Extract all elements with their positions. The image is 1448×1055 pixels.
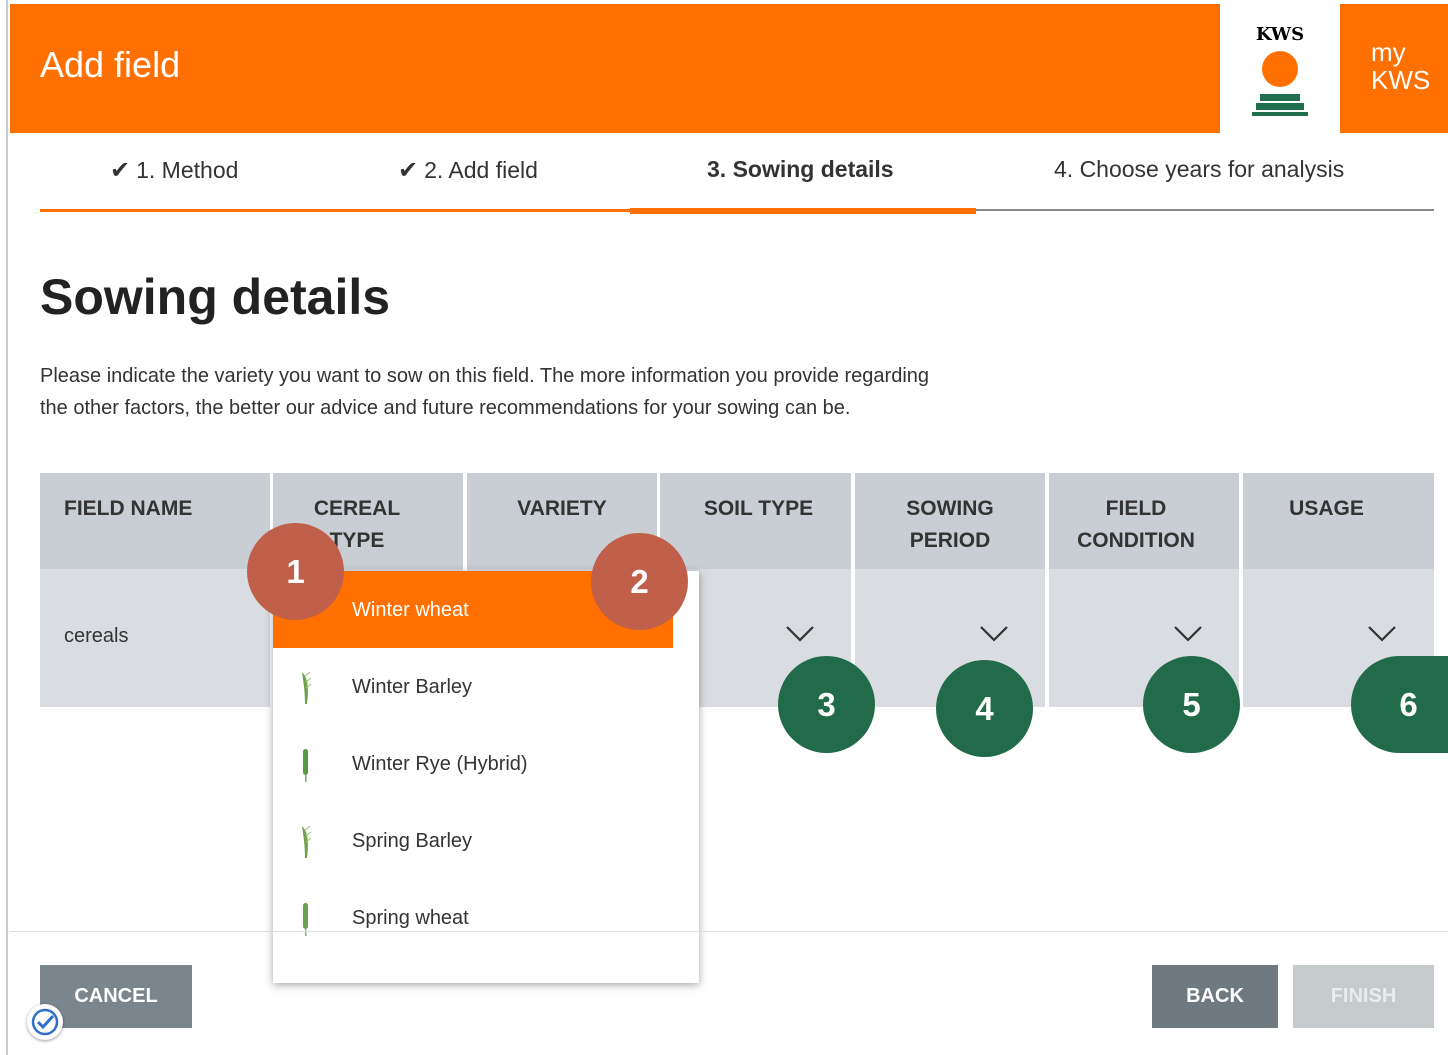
logo-field-icon-bar <box>1256 103 1304 110</box>
dialog-title: Add field <box>40 44 181 85</box>
mykws-brand-line1: my <box>1371 37 1406 67</box>
step-choose-years[interactable]: 4. Choose years for analysis <box>1054 156 1344 183</box>
steps-active-indicator <box>630 208 976 214</box>
col-header-soil-type: SOIL TYPE <box>660 473 851 569</box>
step-method[interactable]: ✔ 1. Method <box>110 156 238 185</box>
footer-divider <box>10 931 1448 932</box>
checkmark-icon: ✔ <box>110 157 131 184</box>
annotation-badge-2: 2 <box>591 533 688 630</box>
annotation-badge-6-label: 6 <box>1399 686 1418 723</box>
barley-icon <box>302 825 311 858</box>
rye-icon <box>303 749 308 782</box>
annotation-badge-4: 4 <box>936 660 1033 757</box>
cereal-type-dropdown[interactable]: Winter wheat Winter Barley Winter Rye (H… <box>273 571 699 983</box>
cell-field-name: cereals <box>40 569 270 707</box>
kws-logo-text: KWS <box>1255 24 1305 45</box>
dropdown-option-spring-wheat[interactable]: Spring wheat <box>273 879 673 956</box>
step-sowing-details[interactable]: 3. Sowing details <box>707 156 894 183</box>
annotation-badge-5: 5 <box>1143 656 1240 753</box>
barley-icon <box>302 671 311 704</box>
chevron-down-icon[interactable] <box>1173 624 1203 644</box>
option-label: Winter wheat <box>352 599 469 621</box>
chevron-down-icon[interactable] <box>1367 624 1397 644</box>
logo-field-icon-bar <box>1252 112 1308 116</box>
step-label: 3. Sowing details <box>707 156 894 182</box>
kws-logo: KWS <box>1220 4 1340 133</box>
col-header-field-name: FIELD NAME <box>40 473 270 569</box>
annotation-badge-6: 6 <box>1351 656 1448 753</box>
security-check-icon[interactable] <box>27 1004 63 1040</box>
steps-progress <box>40 209 630 212</box>
logo-sun-icon <box>1262 51 1298 87</box>
col-header-usage: USAGE <box>1243 473 1434 569</box>
chevron-down-icon[interactable] <box>785 624 815 644</box>
check-shield-icon <box>31 1008 59 1036</box>
dropdown-option-winter-barley[interactable]: Winter Barley <box>273 648 673 725</box>
option-label: Spring wheat <box>352 907 469 929</box>
logo-field-icon <box>1260 94 1300 101</box>
step-label: 1. Method <box>136 157 239 183</box>
step-add-field[interactable]: ✔ 2. Add field <box>398 156 538 185</box>
intro-text: Please indicate the variety you want to … <box>40 365 930 419</box>
wizard-steps: ✔ 1. Method ✔ 2. Add field 3. Sowing detai… <box>40 140 1434 216</box>
app-header: Add field KWS my KWS <box>10 4 1448 133</box>
step-label: 2. Add field <box>424 157 538 183</box>
finish-button: FINISH <box>1293 965 1434 1028</box>
mykws-brand: my KWS <box>1371 38 1430 94</box>
step-label: 4. Choose years for analysis <box>1054 156 1345 182</box>
annotation-badge-1: 1 <box>247 523 344 620</box>
option-label: Spring Barley <box>352 830 473 852</box>
dropdown-option-spring-barley[interactable]: Spring Barley <box>273 802 673 879</box>
back-button[interactable]: BACK <box>1152 965 1278 1028</box>
col-header-field-condition: FIELD CONDITION <box>1049 473 1239 569</box>
window-left-border <box>0 0 8 1055</box>
checkmark-icon: ✔ <box>398 157 419 184</box>
annotation-badge-3: 3 <box>778 656 875 753</box>
mykws-brand-line2: KWS <box>1371 65 1431 95</box>
col-header-sowing-period: SOWING PERIOD <box>855 473 1045 569</box>
dropdown-option-winter-rye[interactable]: Winter Rye (Hybrid) <box>273 725 673 802</box>
option-label: Winter Rye (Hybrid) <box>352 753 528 775</box>
page-title: Sowing details <box>40 269 391 325</box>
field-name-value: cereals <box>64 625 129 647</box>
option-label: Winter Barley <box>352 676 473 698</box>
chevron-down-icon[interactable] <box>979 624 1009 644</box>
